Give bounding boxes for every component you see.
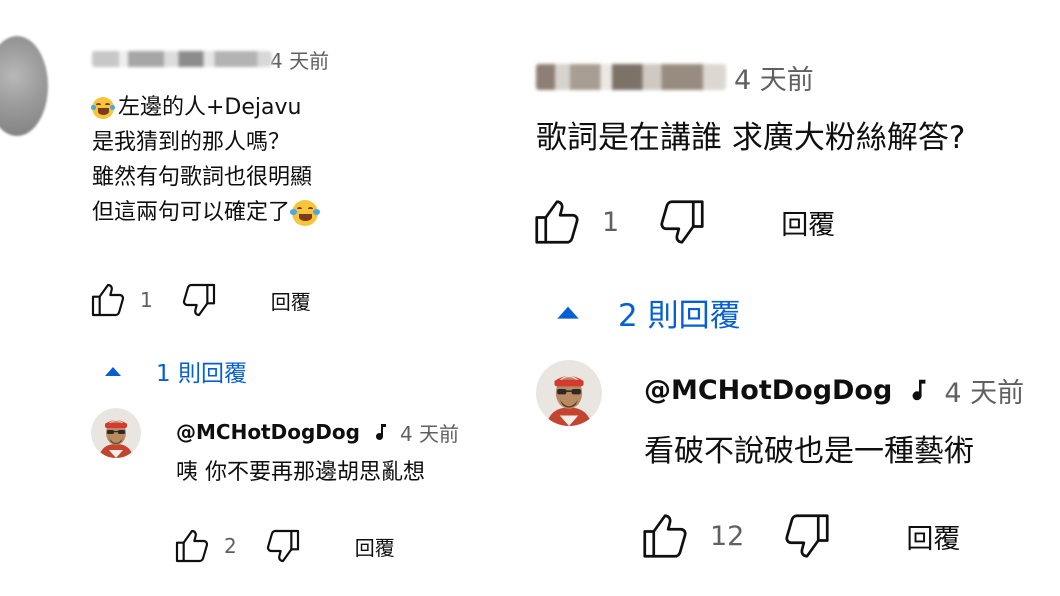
reply-time[interactable]: 4 天前 — [400, 418, 459, 447]
reply-dislike-button[interactable] — [780, 509, 834, 563]
music-note-icon — [912, 379, 926, 401]
music-note-icon — [375, 424, 386, 440]
comment-time[interactable]: 4 天前 — [270, 45, 329, 74]
reply-header: @MCHotDogDog 4 天前 — [644, 370, 1024, 410]
comment-time[interactable]: 4 天前 — [734, 58, 814, 97]
like-count: 1 — [140, 288, 153, 312]
comment-line-2: 是我猜到的那人嗎？ — [92, 130, 291, 155]
view-replies-toggle[interactable]: 2 則回覆 — [556, 292, 741, 334]
reply-button[interactable]: 回覆 — [271, 286, 311, 315]
reply-dislike-button[interactable] — [263, 526, 303, 566]
thumb-down-icon — [182, 283, 215, 317]
like-count: 1 — [602, 206, 620, 238]
thumb-up-icon — [91, 283, 125, 317]
reply-reply-button[interactable]: 回覆 — [906, 517, 960, 556]
reply-like-count: 12 — [710, 520, 745, 552]
thumb-down-icon — [266, 529, 299, 563]
dislike-button[interactable] — [179, 280, 219, 320]
reply-author[interactable]: @MCHotDogDog — [644, 375, 892, 406]
comment-header: 4 天前 — [536, 58, 814, 97]
like-button[interactable]: 1 — [530, 195, 619, 249]
thumb-down-icon — [660, 200, 704, 244]
reply-avatar[interactable] — [536, 360, 602, 426]
like-button[interactable]: 1 — [88, 280, 153, 320]
laughing-emoji-icon — [290, 199, 320, 226]
reply-like-count: 2 — [224, 534, 237, 558]
reply-time[interactable]: 4 天前 — [944, 371, 1024, 410]
reply-text: 咦 你不要再那邊胡思亂想 — [176, 460, 425, 485]
reply-actions: 12 回覆 — [638, 510, 960, 562]
commenter-name-blurred[interactable] — [536, 64, 726, 90]
commenter-name-blurred[interactable] — [92, 51, 272, 67]
replies-count-label: 2 則回覆 — [618, 297, 741, 334]
comment-line-3: 雖然有句歌詞也很明顯 — [92, 165, 313, 190]
reply-like-button[interactable]: 2 — [172, 526, 237, 566]
thumb-down-icon — [785, 514, 829, 558]
comment-body: 左邊的人+Dejavu 是我猜到的那人嗎？ 雖然有句歌詞也很明顯 但這兩句可以確… — [90, 90, 320, 230]
comment-line-1: 左邊的人+Dejavu — [90, 90, 318, 125]
reply-header: @MCHotDogDog 4 天前 — [176, 418, 459, 446]
comment-actions: 1 回覆 — [88, 280, 311, 320]
replies-count-label: 1 則回覆 — [156, 361, 247, 387]
caret-up-icon — [105, 367, 121, 376]
view-replies-toggle[interactable]: 1 則回覆 — [104, 356, 247, 387]
thumb-up-icon — [175, 529, 209, 563]
comment-header: 4 天前 — [92, 45, 329, 74]
commenter-avatar[interactable] — [0, 36, 48, 136]
reply-reply-button[interactable]: 回覆 — [355, 532, 395, 561]
reply-actions: 2 回覆 — [172, 526, 395, 566]
comment-line-4: 但這兩句可以確定了 — [92, 195, 320, 230]
reply-button[interactable]: 回覆 — [781, 203, 835, 242]
reply-text: 看破不說破也是一種藝術 — [644, 434, 974, 469]
caret-up-icon — [557, 306, 579, 319]
thumb-up-icon — [643, 514, 687, 558]
reply-like-button[interactable]: 12 — [638, 509, 744, 563]
dislike-button[interactable] — [655, 195, 709, 249]
comment-body: 歌詞是在講誰 求廣大粉絲解答? — [536, 120, 966, 156]
comment-actions: 1 回覆 — [530, 196, 835, 248]
reply-avatar[interactable] — [91, 408, 141, 458]
thumb-up-icon — [535, 200, 579, 244]
laughing-emoji-icon — [90, 96, 116, 119]
reply-author[interactable]: @MCHotDogDog — [176, 420, 360, 444]
